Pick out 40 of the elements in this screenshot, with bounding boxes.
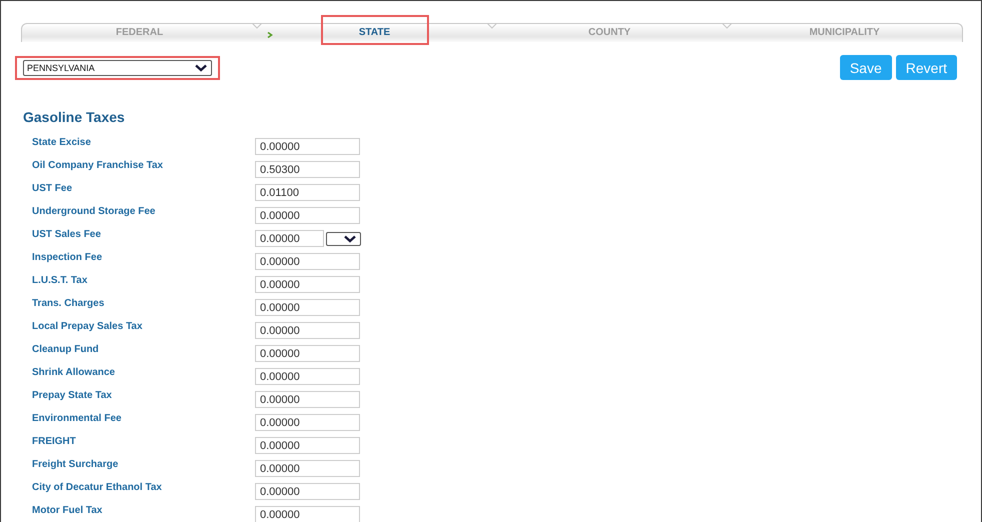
- caret-icon: [195, 64, 207, 72]
- input-field[interactable]: 0.01100: [255, 184, 360, 201]
- field-label: Freight Surcharge: [32, 459, 120, 470]
- input-field[interactable]: 0.00000: [255, 368, 360, 385]
- input-field[interactable]: 0.00000: [255, 483, 360, 500]
- input-field[interactable]: 0.00000: [255, 253, 360, 270]
- field-label: UST Fee: [32, 183, 74, 194]
- input-field[interactable]: 0.00000: [255, 138, 360, 155]
- input-field[interactable]: 0.00000: [255, 414, 360, 431]
- field-label: State Excise: [32, 137, 92, 148]
- field-label: Oil Company Franchise Tax: [32, 160, 164, 171]
- input-field[interactable]: 0.00000: [255, 437, 360, 454]
- field-label: L.U.S.T. Tax: [32, 275, 88, 286]
- caret-icon: [344, 234, 356, 242]
- input-field[interactable]: 0.00000: [255, 460, 360, 477]
- field-label: Motor Fuel Tax: [32, 505, 104, 516]
- input-field[interactable]: 0.50300: [255, 161, 360, 178]
- field-label: Cleanup Fund: [32, 344, 100, 355]
- field-label: Local Prepay Sales Tax: [32, 321, 144, 332]
- field-label: Environmental Fee: [32, 413, 122, 424]
- field-label: Inspection Fee: [32, 252, 104, 263]
- unit-dropdown[interactable]: [326, 232, 361, 246]
- input-field[interactable]: 0.00000: [255, 322, 360, 339]
- tab[interactable]: STATE: [320, 15, 428, 45]
- field-label: UST Sales Fee: [32, 229, 102, 240]
- input-field[interactable]: 0.00000: [255, 207, 360, 224]
- field-label: Shrink Allowance: [32, 367, 116, 378]
- field-label: City of Decatur Ethanol Tax: [32, 482, 163, 493]
- field-label: Prepay State Tax: [32, 390, 113, 401]
- field-label: FREIGHT: [32, 436, 77, 447]
- input-field[interactable]: 0.00000: [255, 391, 360, 408]
- input-field[interactable]: 0.00000: [255, 276, 360, 293]
- input-field[interactable]: 0.00000: [255, 345, 360, 362]
- section-title: Gasoline Taxes: [23, 109, 126, 125]
- field-label: Trans. Charges: [32, 298, 106, 309]
- input-field[interactable]: 0.00000: [255, 230, 324, 247]
- input-field[interactable]: 0.00000: [255, 506, 360, 522]
- input-field[interactable]: 0.00000: [255, 299, 360, 316]
- state-dropdown[interactable]: PENNSYLVANIA: [23, 60, 212, 76]
- field-label: Underground Storage Fee: [32, 206, 156, 217]
